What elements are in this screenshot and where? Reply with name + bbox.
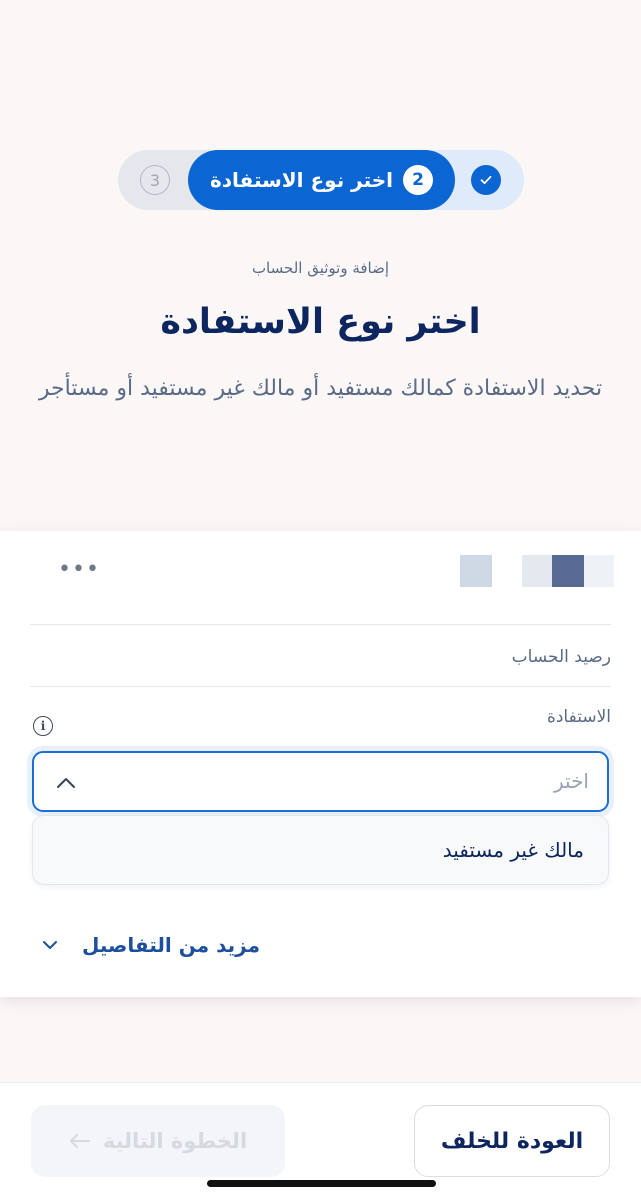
home-indicator (207, 1180, 436, 1187)
masked-block (522, 555, 552, 587)
benefit-label: الاستفادة (546, 707, 611, 727)
page-subtitle: إضافة وتوثيق الحساب (251, 259, 390, 277)
check-icon (480, 175, 492, 185)
page-title: اختر نوع الاستفادة (160, 302, 481, 342)
account-balance-label: رصيد الحساب (511, 647, 611, 667)
dropdown-option[interactable]: مالك غير مستفيد (32, 815, 609, 885)
progress-stepper: 2 اختر نوع الاستفادة 3 (118, 150, 524, 210)
info-icon[interactable]: i (33, 716, 53, 736)
more-horizontal-icon[interactable]: ••• (58, 559, 100, 581)
more-details-label: مزيد من التفاصيل (82, 933, 260, 957)
back-button-label: العودة للخلف (440, 1128, 584, 1154)
page-description: تحديد الاستفادة كمالك مستفيد أو مالك غير… (38, 376, 603, 401)
benefit-select[interactable]: اختر (32, 751, 609, 812)
next-step-label: الخطوة التالية (102, 1129, 248, 1153)
masked-block (552, 555, 584, 587)
select-placeholder: اختر (554, 769, 589, 793)
step-2-number: 2 (403, 165, 434, 195)
step-2-label: اختر نوع الاستفادة (209, 168, 394, 192)
step-1-completed (471, 165, 501, 195)
divider (30, 624, 611, 625)
divider (30, 686, 611, 687)
arrow-left-icon (69, 1134, 90, 1148)
dropdown-option-label: مالك غير مستفيد (442, 838, 584, 862)
next-step-button[interactable]: الخطوة التالية (31, 1105, 285, 1177)
more-details-toggle[interactable]: مزيد من التفاصيل (40, 933, 260, 957)
chevron-down-icon (43, 941, 57, 949)
step-2-active: 2 اختر نوع الاستفادة (188, 150, 455, 210)
chevron-up-icon (57, 778, 75, 788)
masked-block (584, 555, 614, 587)
masked-block (460, 555, 492, 587)
back-button[interactable]: العودة للخلف (414, 1105, 610, 1177)
step-3-pending: 3 (140, 165, 170, 195)
